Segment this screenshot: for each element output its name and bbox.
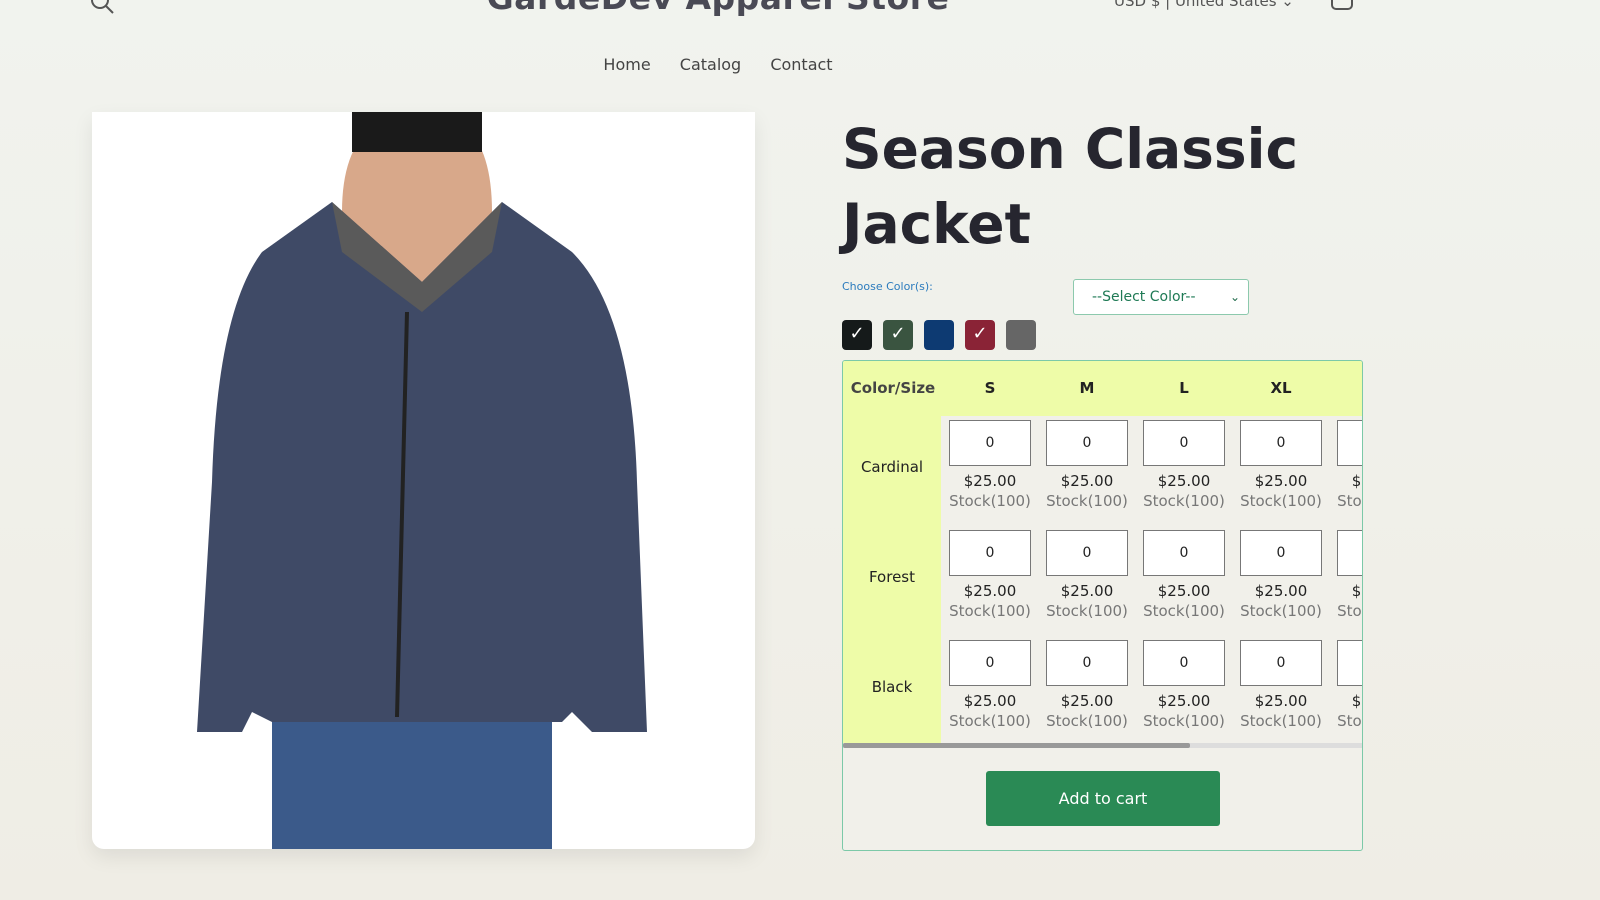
size-header: L — [1179, 379, 1189, 397]
add-to-cart-button[interactable]: Add to cart — [986, 771, 1220, 826]
price: $25.00 — [1060, 692, 1114, 710]
price: $25.00 — [1060, 582, 1114, 600]
stock: Stock(100) — [1046, 602, 1128, 620]
grid-corner-label: Color/Size — [850, 379, 936, 397]
price: $25.00 — [1254, 582, 1308, 600]
grid-cell: 0 $25.00 Stock(100) — [1236, 530, 1326, 620]
nav-home[interactable]: Home — [603, 55, 650, 74]
stock: Stock(100) — [1046, 712, 1128, 730]
price: $25.00 — [1351, 472, 1362, 490]
grid-cell: 0 $25.00 Stock(100) — [1139, 530, 1229, 620]
main-nav: Home Catalog Contact — [0, 55, 1436, 74]
quantity-input[interactable]: 0 — [1240, 530, 1322, 576]
price: $25.00 — [1157, 472, 1211, 490]
stock: Stock(100) — [1046, 492, 1128, 510]
color-select[interactable]: --Select Color-- ⌄ — [1073, 279, 1249, 315]
grid-cell: 0 $25.00 Stock(100) — [1042, 640, 1132, 730]
color-swatch[interactable] — [924, 320, 954, 350]
color-select-value: --Select Color-- — [1092, 289, 1196, 305]
stock: Stock(100) — [1337, 492, 1362, 510]
price: $25.00 — [1157, 582, 1211, 600]
color-swatch[interactable]: ✓ — [965, 320, 995, 350]
row-color-label: Cardinal — [860, 458, 924, 476]
grid-cell: 0 $25.00 Stock(100) — [945, 420, 1035, 510]
row-color-label: Black — [871, 678, 913, 696]
quantity-input[interactable]: 0 — [1240, 420, 1322, 466]
price: $25.00 — [1351, 582, 1362, 600]
stock: Stock(100) — [949, 602, 1031, 620]
grid-cell: 0 $25.00 Stock(100) — [1139, 640, 1229, 730]
grid-cell: 0 $25.00 Stock(100) — [1139, 420, 1229, 510]
product-image[interactable] — [92, 112, 755, 849]
price: $25.00 — [1254, 692, 1308, 710]
grid-cell: 0 $25.00 Stock(100) — [1042, 420, 1132, 510]
quantity-input[interactable]: 0 — [1046, 420, 1128, 466]
price: $25.00 — [1254, 472, 1308, 490]
stock: Stock(100) — [1337, 602, 1362, 620]
quantity-input[interactable] — [1337, 530, 1362, 576]
color-swatch[interactable]: ✓ — [842, 320, 872, 350]
color-size-grid: Color/Size S M L XL Cardinal 0 $25.00 Stock(10… — [842, 360, 1363, 851]
stock: Stock(100) — [1143, 712, 1225, 730]
size-header: XL — [1270, 379, 1292, 397]
grid-cell: $25.00 Stock(100) — [1333, 530, 1362, 620]
grid-cell: $25.00 Stock(100) — [1333, 420, 1362, 510]
quantity-input[interactable]: 0 — [949, 530, 1031, 576]
quantity-input[interactable]: 0 — [1143, 530, 1225, 576]
currency-selector[interactable]: USD $ | United States ⌄ — [1114, 0, 1294, 10]
quantity-input[interactable]: 0 — [949, 420, 1031, 466]
size-header: S — [984, 379, 996, 397]
stock: Stock(100) — [1143, 492, 1225, 510]
quantity-input[interactable]: 0 — [1143, 420, 1225, 466]
stock: Stock(100) — [1337, 712, 1362, 730]
quantity-input[interactable]: 0 — [949, 640, 1031, 686]
size-header: M — [1079, 379, 1095, 397]
chevron-down-icon: ⌄ — [1229, 290, 1240, 304]
quantity-input[interactable]: 0 — [1046, 640, 1128, 686]
price: $25.00 — [963, 692, 1017, 710]
grid-cell: 0 $25.00 Stock(100) — [1042, 530, 1132, 620]
price: $25.00 — [963, 582, 1017, 600]
nav-contact[interactable]: Contact — [770, 55, 832, 74]
stock: Stock(100) — [949, 492, 1031, 510]
quantity-input[interactable]: 0 — [1143, 640, 1225, 686]
quantity-input[interactable]: 0 — [1240, 640, 1322, 686]
cart-icon[interactable] — [1331, 0, 1353, 10]
horizontal-scrollbar-thumb[interactable] — [843, 743, 1190, 748]
price: $25.00 — [1157, 692, 1211, 710]
stock: Stock(100) — [1240, 712, 1322, 730]
nav-catalog[interactable]: Catalog — [680, 55, 741, 74]
stock: Stock(100) — [1143, 602, 1225, 620]
quantity-input[interactable] — [1337, 420, 1362, 466]
stock: Stock(100) — [1240, 602, 1322, 620]
grid-header: Color/Size S M L XL — [843, 361, 1362, 416]
grid-cell: 0 $25.00 Stock(100) — [945, 530, 1035, 620]
color-swatch[interactable] — [1006, 320, 1036, 350]
price: $25.00 — [1351, 692, 1362, 710]
product-title: Season Classic Jacket — [842, 117, 1299, 256]
grid-cell: $25.00 Stock(100) — [1333, 640, 1362, 730]
quantity-input[interactable] — [1337, 640, 1362, 686]
grid-cell: 0 $25.00 Stock(100) — [945, 640, 1035, 730]
quantity-input[interactable]: 0 — [1046, 530, 1128, 576]
color-swatch[interactable]: ✓ — [883, 320, 913, 350]
stock: Stock(100) — [1240, 492, 1322, 510]
stock: Stock(100) — [949, 712, 1031, 730]
grid-cell: 0 $25.00 Stock(100) — [1236, 420, 1326, 510]
grid-cell: 0 $25.00 Stock(100) — [1236, 640, 1326, 730]
price: $25.00 — [1060, 472, 1114, 490]
price: $25.00 — [963, 472, 1017, 490]
choose-color-label: Choose Color(s): — [842, 280, 933, 293]
row-color-label: Forest — [868, 568, 916, 586]
